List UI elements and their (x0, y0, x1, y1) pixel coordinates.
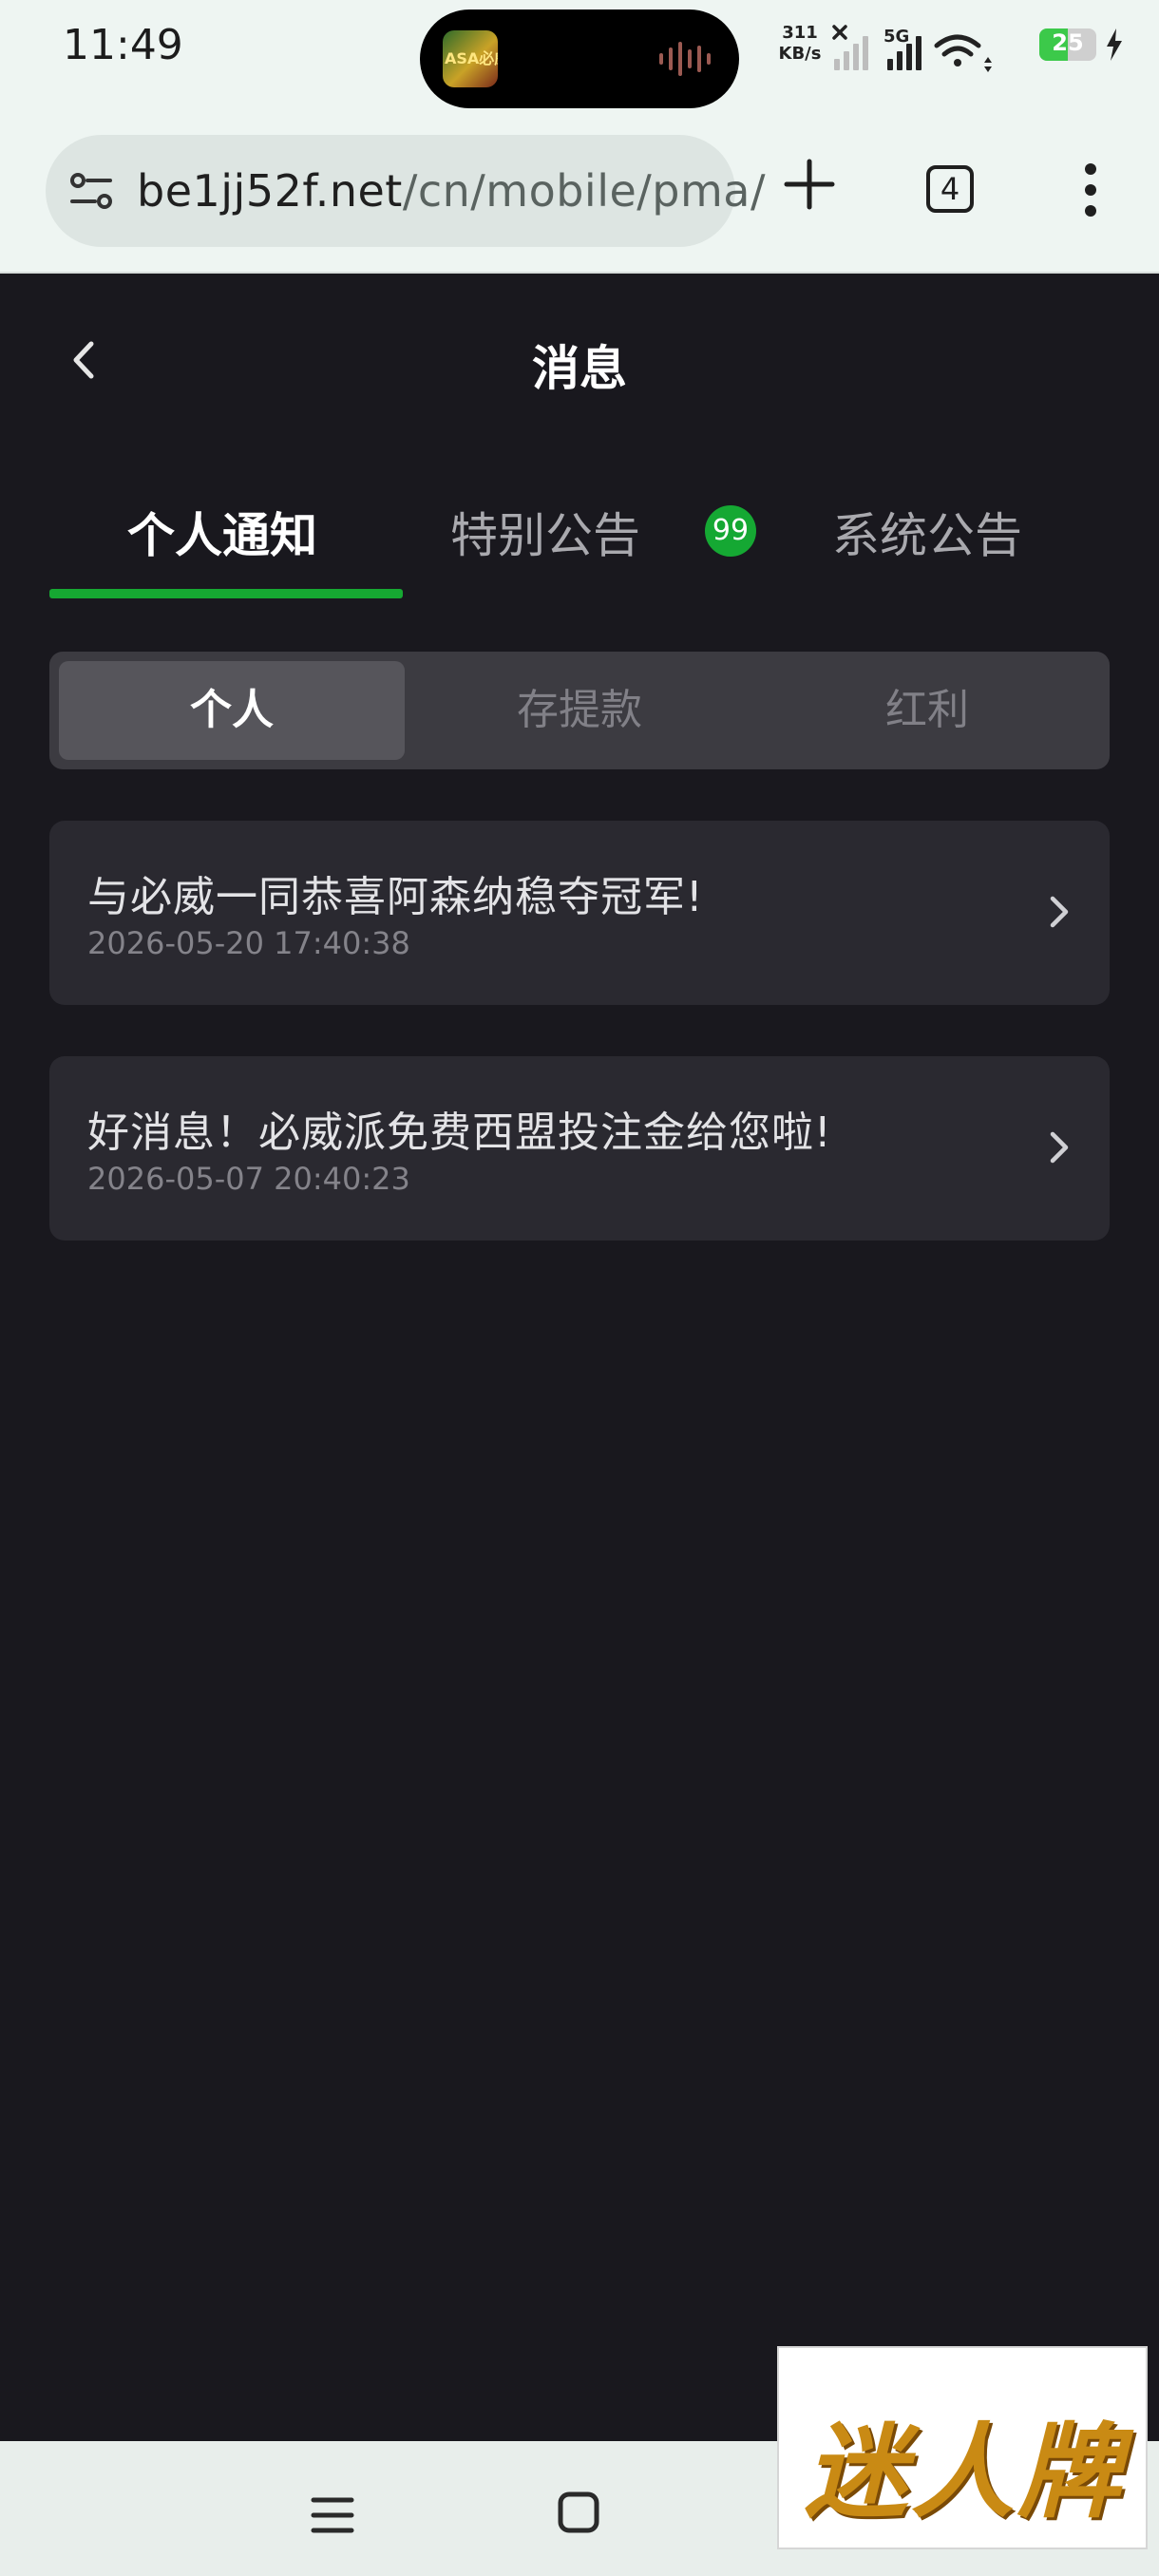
battery-icon: 25 (1039, 28, 1096, 61)
signal-icons: 5G (832, 25, 992, 72)
tab-system-announcement[interactable]: 系统公告 (832, 498, 1022, 566)
segment-bonus[interactable]: 红利 (754, 661, 1100, 760)
site-settings-icon[interactable] (68, 171, 114, 211)
more-menu-icon[interactable] (1074, 161, 1108, 218)
chevron-right-icon (1050, 896, 1069, 928)
message-item[interactable]: 好消息！必威派免费西盟投注金给您啦! 2026-05-07 20:40:23 (49, 1056, 1110, 1241)
battery-level: 25 (1052, 29, 1084, 56)
url-domain: be1jj52f.net (137, 165, 403, 217)
message-item[interactable]: 与必威一同恭喜阿森纳稳夺冠军! 2026-05-20 17:40:38 (49, 821, 1110, 1005)
home-icon[interactable] (557, 2491, 600, 2534)
segment-deposit-withdrawal[interactable]: 存提款 (407, 661, 752, 760)
message-title: 与必威一同恭喜阿森纳稳夺冠军! (87, 873, 704, 921)
network-type-label: 5G (884, 27, 909, 47)
status-bar: 11:49 ASA必威 311 KB/s (0, 0, 1159, 122)
segment-personal[interactable]: 个人 (59, 661, 405, 760)
status-time: 11:49 (63, 21, 183, 69)
overlay-logo: 迷人牌 (777, 2346, 1148, 2549)
dynamic-island[interactable]: ASA必威 (420, 9, 739, 108)
network-speed-unit: KB/s (778, 44, 822, 64)
tab-switcher-button[interactable]: 4 (926, 165, 974, 213)
network-speed-value: 311 (782, 23, 818, 43)
media-thumbnail-text: ASA必威 (445, 49, 498, 67)
tab-special-announcement[interactable]: 特别公告 (450, 498, 640, 566)
message-date: 2026-05-07 20:40:23 (87, 1161, 410, 1197)
network-speed: 311 KB/s (771, 23, 828, 65)
tab-personal-notice[interactable]: 个人通知 (127, 498, 317, 566)
page-title: 消息 (532, 341, 627, 396)
message-date: 2026-05-20 17:40:38 (87, 925, 410, 961)
new-tab-icon[interactable] (781, 156, 838, 213)
browser-toolbar: be1jj52f.net/cn/mobile/pma/ 4 (0, 122, 1159, 274)
chevron-right-icon (1050, 1131, 1069, 1164)
recent-apps-icon[interactable] (310, 2494, 355, 2536)
category-segment-control: 个人 存提款 红利 (49, 652, 1110, 769)
message-title: 好消息！必威派免费西盟投注金给您啦! (87, 1108, 832, 1157)
audio-wave-icon (659, 42, 711, 76)
charging-icon (1107, 28, 1122, 61)
url-path: /cn/mobile/pma/ (402, 165, 766, 217)
overlay-logo-text: 迷人牌 (804, 2414, 1124, 2532)
unread-badge: 99 (705, 505, 756, 557)
address-bar[interactable]: be1jj52f.net/cn/mobile/pma/ (46, 135, 765, 247)
url-text[interactable]: be1jj52f.net/cn/mobile/pma/ (137, 165, 766, 217)
active-tab-indicator (49, 589, 403, 598)
media-thumbnail[interactable]: ASA必威 (443, 30, 498, 87)
